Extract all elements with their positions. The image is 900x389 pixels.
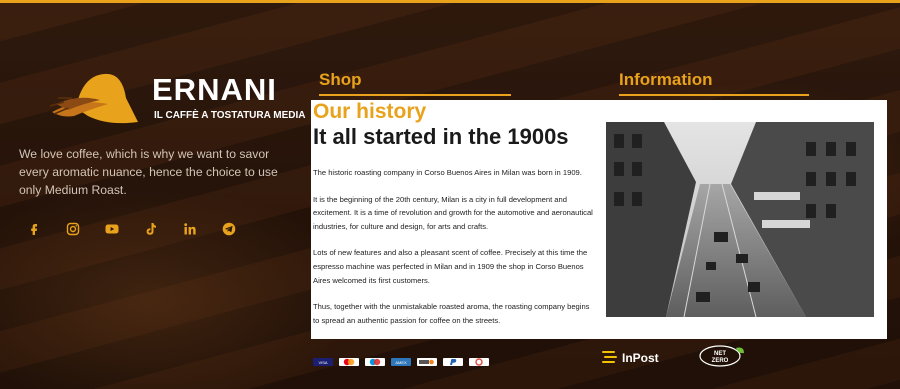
brand-tagline: IL CAFFÈ A TOSTATURA MEDIA — [154, 110, 306, 121]
visa-icon: VISA — [313, 358, 333, 366]
inpost-logo: InPost — [600, 348, 682, 366]
linkedin-link[interactable] — [182, 221, 198, 237]
shop-heading-rule — [319, 94, 511, 96]
discover-icon — [417, 358, 437, 366]
telegram-link[interactable] — [221, 221, 237, 237]
gpay-icon — [469, 358, 489, 366]
information-heading-rule — [619, 94, 809, 96]
net-zero-bottom: ZERO — [712, 358, 729, 364]
popup-kicker: Our history — [313, 100, 427, 123]
popup-paragraph: Thus, together with the unmistakable roa… — [313, 302, 590, 325]
popup-paragraph: The historic roasting company in Corso B… — [313, 168, 582, 177]
shop-heading: Shop — [319, 70, 362, 89]
mastercard-icon — [339, 358, 359, 366]
telegram-icon — [222, 222, 236, 236]
youtube-link[interactable] — [104, 221, 120, 237]
instagram-link[interactable] — [65, 221, 81, 237]
payment-methods: VISA AMEX — [313, 358, 495, 366]
popup-title: It all started in the 1900s — [313, 124, 569, 149]
brand-description: We love coffee, which is why we want to … — [19, 147, 278, 197]
net-zero-badge: NET ZERO — [698, 344, 746, 368]
amex-icon: AMEX — [391, 358, 411, 366]
paypal-icon — [443, 358, 463, 366]
brand-name: ERNANI — [152, 72, 277, 107]
facebook-icon — [31, 224, 37, 235]
facebook-link[interactable] — [26, 221, 42, 237]
inpost-label: InPost — [622, 351, 659, 365]
popup-body: The historic roasting company in Corso B… — [313, 166, 596, 339]
popup-paragraph: It is the beginning of the 20th century,… — [313, 194, 593, 231]
hat-logo-icon — [49, 73, 138, 124]
youtube-icon — [105, 224, 119, 234]
instagram-icon — [66, 222, 80, 236]
maestro-icon — [365, 358, 385, 366]
net-zero-top: NET — [714, 351, 726, 357]
information-heading: Information — [619, 70, 713, 89]
historic-street-photo — [606, 122, 874, 317]
linkedin-icon — [184, 223, 196, 235]
tiktok-link[interactable] — [143, 221, 159, 237]
footer-top-border — [0, 0, 900, 3]
tiktok-icon — [146, 223, 156, 235]
brand-logo-link[interactable]: ERNANI IL CAFFÈ A TOSTATURA MEDIA — [48, 68, 308, 132]
history-popup: Our history It all started in the 1900s … — [311, 100, 887, 339]
social-links — [26, 221, 260, 237]
popup-paragraph: Lots of new features and also a pleasant… — [313, 248, 588, 285]
